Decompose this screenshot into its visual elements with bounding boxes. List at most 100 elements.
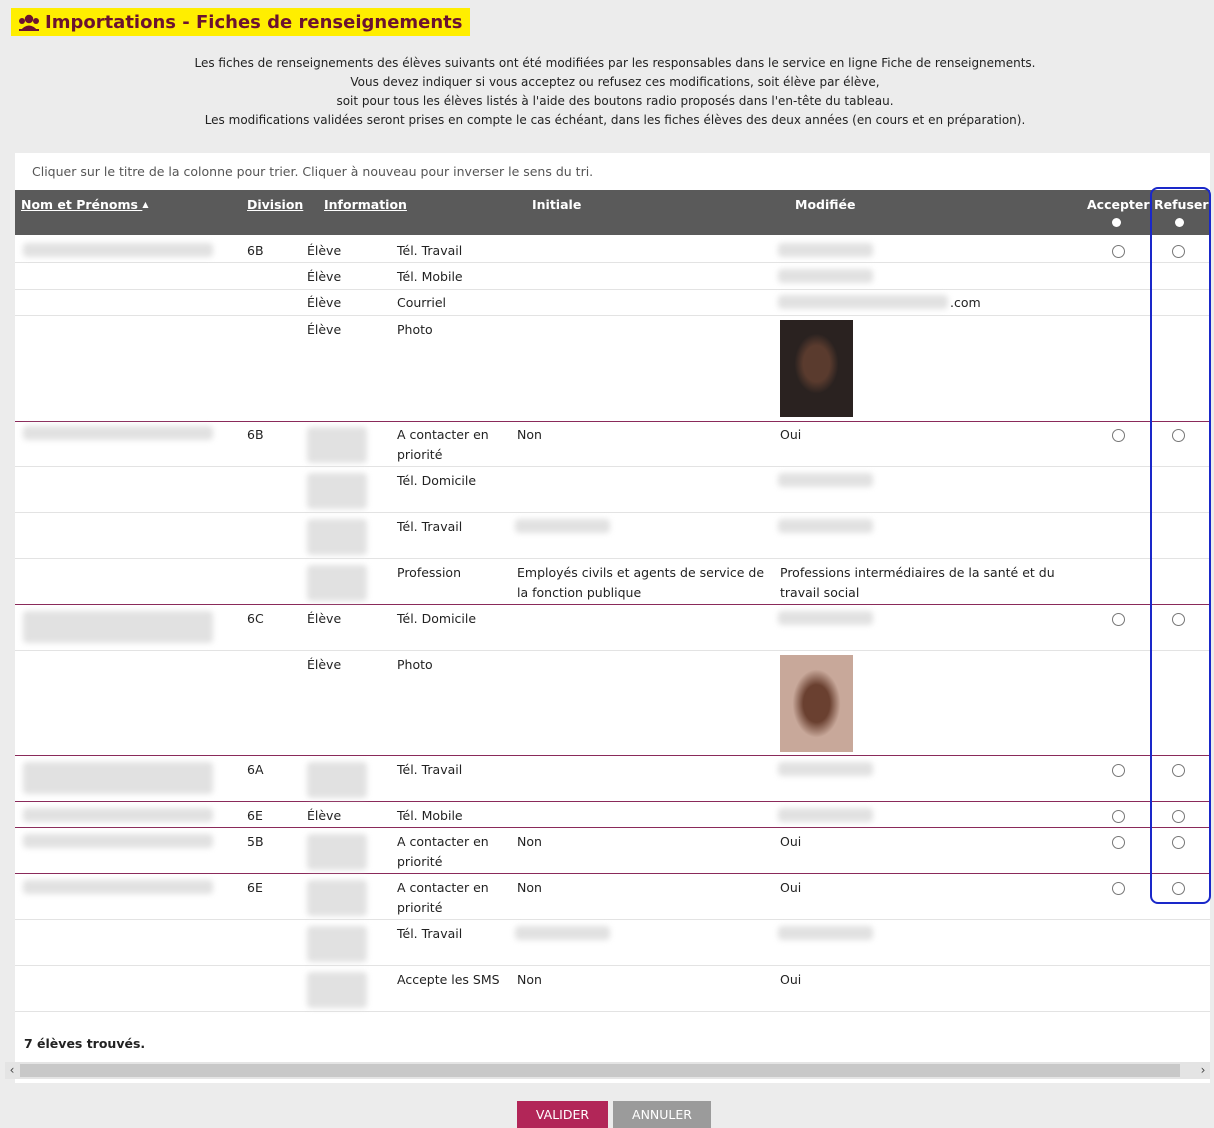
intro-text: Les fiches de renseignements des élèves … [0, 54, 1214, 130]
row-separator [15, 1011, 1210, 1012]
scroll-left-icon[interactable]: ‹ [5, 1062, 19, 1079]
column-label[interactable]: Nom et Prénoms [21, 197, 138, 212]
redacted-guardian [307, 834, 367, 870]
refuse-radio[interactable] [1172, 882, 1185, 895]
row-separator [15, 919, 1210, 920]
redacted-value [515, 519, 610, 533]
refuse-all-radio[interactable] [1175, 218, 1184, 227]
valider-button[interactable]: VALIDER [517, 1101, 608, 1128]
division-cell: 6B [247, 427, 264, 442]
group-separator [15, 755, 1210, 756]
info-cell: Photo [397, 322, 433, 337]
group-separator [15, 421, 1210, 422]
info-cell: Tél. Travail [397, 762, 463, 777]
redacted-value [778, 611, 873, 625]
group-separator [15, 827, 1210, 828]
redacted-value [778, 243, 873, 257]
initiale-cell: Employés civils et agents de service de … [517, 565, 765, 600]
column-header-initiale: Initiale [532, 197, 582, 212]
redacted-student-name [23, 762, 213, 794]
column-header-division[interactable]: Division [247, 197, 303, 212]
refuse-radio[interactable] [1172, 613, 1185, 626]
who-cell: Élève [307, 322, 342, 337]
group-separator [15, 604, 1210, 605]
intro-line: soit pour tous les élèves listés à l'aid… [336, 94, 894, 108]
redacted-student-name [23, 243, 213, 257]
results-panel: Cliquer sur le titre de la colonne pour … [15, 153, 1210, 1083]
redacted-student-name [23, 426, 213, 440]
accept-all-radio[interactable] [1112, 218, 1121, 227]
redacted-guardian [307, 972, 367, 1008]
redacted-value [515, 926, 610, 940]
column-header-information[interactable]: Information [324, 197, 407, 212]
accept-radio[interactable] [1112, 810, 1125, 823]
info-cell: Tél. Domicile [397, 473, 477, 488]
sort-asc-icon: ▲ [142, 200, 149, 209]
row-separator [15, 315, 1210, 316]
modifiee-cell: Oui [780, 427, 802, 442]
accept-radio[interactable] [1112, 245, 1125, 258]
refuse-radio[interactable] [1172, 836, 1185, 849]
horizontal-scrollbar[interactable]: ‹ › [5, 1062, 1210, 1079]
accept-radio[interactable] [1112, 613, 1125, 626]
redacted-guardian [307, 926, 367, 962]
modifiee-cell: Professions intermédiaires de la santé e… [780, 565, 1055, 600]
student-photo [780, 320, 853, 417]
redacted-value [778, 808, 873, 822]
scroll-right-icon[interactable]: › [1196, 1062, 1210, 1079]
table-header: Nom et Prénoms ▲ Division Information In… [15, 190, 1210, 235]
redacted-value [778, 762, 873, 776]
redacted-value [778, 295, 948, 309]
info-cell: Accepte les SMS [397, 972, 500, 987]
column-header-name[interactable]: Nom et Prénoms ▲ [21, 197, 149, 212]
modifiee-cell: Oui [780, 972, 802, 987]
refuse-radio[interactable] [1172, 245, 1185, 258]
initiale-cell: Non [517, 972, 542, 987]
column-header-modifiee: Modifiée [795, 197, 856, 212]
modifiee-cell: Oui [780, 880, 802, 895]
annuler-button[interactable]: ANNULER [613, 1101, 711, 1128]
info-cell: Tél. Mobile [397, 269, 463, 284]
sort-hint: Cliquer sur le titre de la colonne pour … [32, 164, 594, 179]
accept-radio[interactable] [1112, 882, 1125, 895]
division-cell: 6C [247, 611, 264, 626]
who-cell: Élève [307, 269, 342, 284]
redacted-value [778, 519, 873, 533]
who-cell: Élève [307, 657, 342, 672]
division-cell: 6E [247, 808, 263, 823]
refuse-radio[interactable] [1172, 429, 1185, 442]
student-photo [780, 655, 853, 752]
initiale-cell: Non [517, 880, 542, 895]
page-title: Importations - Fiches de renseignements [11, 8, 470, 36]
who-cell: Élève [307, 808, 342, 823]
row-separator [15, 558, 1210, 559]
column-header-refuser: Refuser [1154, 197, 1209, 212]
accept-radio[interactable] [1112, 764, 1125, 777]
refuse-radio[interactable] [1172, 764, 1185, 777]
redacted-student-name [23, 808, 213, 822]
intro-line: Vous devez indiquer si vous acceptez ou … [350, 75, 880, 89]
page-title-text: Importations - Fiches de renseignements [45, 11, 463, 33]
info-cell: Tél. Travail [397, 926, 463, 941]
intro-line: Les fiches de renseignements des élèves … [194, 56, 1036, 70]
accept-radio[interactable] [1112, 836, 1125, 849]
refuse-radio[interactable] [1172, 810, 1185, 823]
redacted-value [778, 926, 873, 940]
initiale-cell: Non [517, 427, 542, 442]
group-separator [15, 801, 1210, 802]
division-cell: 5B [247, 834, 264, 849]
who-cell: Élève [307, 243, 342, 258]
scrollbar-thumb[interactable] [20, 1064, 1180, 1077]
info-cell: Photo [397, 657, 433, 672]
redacted-guardian [307, 519, 367, 555]
row-separator [15, 650, 1210, 651]
division-cell: 6E [247, 880, 263, 895]
redacted-student-name [23, 880, 213, 894]
redacted-guardian [307, 880, 367, 916]
info-cell: Tél. Travail [397, 243, 463, 258]
accept-radio[interactable] [1112, 429, 1125, 442]
row-separator [15, 466, 1210, 467]
info-cell: A contacter en priorité [397, 427, 489, 462]
results-count: 7 élèves trouvés. [24, 1036, 146, 1051]
row-separator [15, 965, 1210, 966]
